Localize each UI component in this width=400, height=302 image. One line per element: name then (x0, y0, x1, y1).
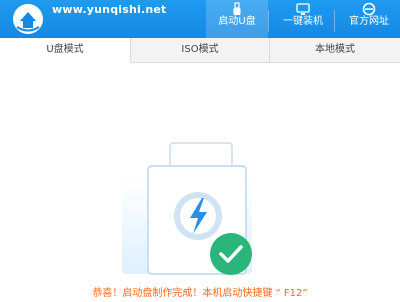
usb-drive-success-illustration (122, 142, 252, 275)
site-url: www.yunqishi.net (52, 3, 167, 16)
monitor-icon (296, 3, 310, 15)
nav-official-site[interactable]: 官方网址 (338, 0, 400, 38)
tab-local-mode[interactable]: 本地模式 (270, 38, 400, 62)
tab-iso-mode[interactable]: ISO模式 (131, 38, 269, 62)
browser-icon (362, 2, 376, 16)
nav-official-site-label: 官方网址 (349, 16, 389, 27)
usb-icon (233, 2, 241, 15)
nav-one-key-install-label: 一键装机 (283, 16, 323, 27)
nav-boot-usb[interactable]: 启动U盘 (206, 0, 268, 38)
nav-divider (268, 10, 269, 32)
tab-usb-mode[interactable]: U盘模式 (0, 38, 130, 64)
mode-tabs: U盘模式 ISO模式 本地模式 (0, 38, 400, 64)
top-bar: www.yunqishi.net 启动U盘 一键装机 官方网址 (0, 0, 400, 38)
nav-divider (334, 10, 335, 32)
nav-boot-usb-label: 启动U盘 (218, 16, 256, 27)
logo-icon (13, 4, 43, 34)
nav-one-key-install[interactable]: 一键装机 (272, 0, 334, 38)
